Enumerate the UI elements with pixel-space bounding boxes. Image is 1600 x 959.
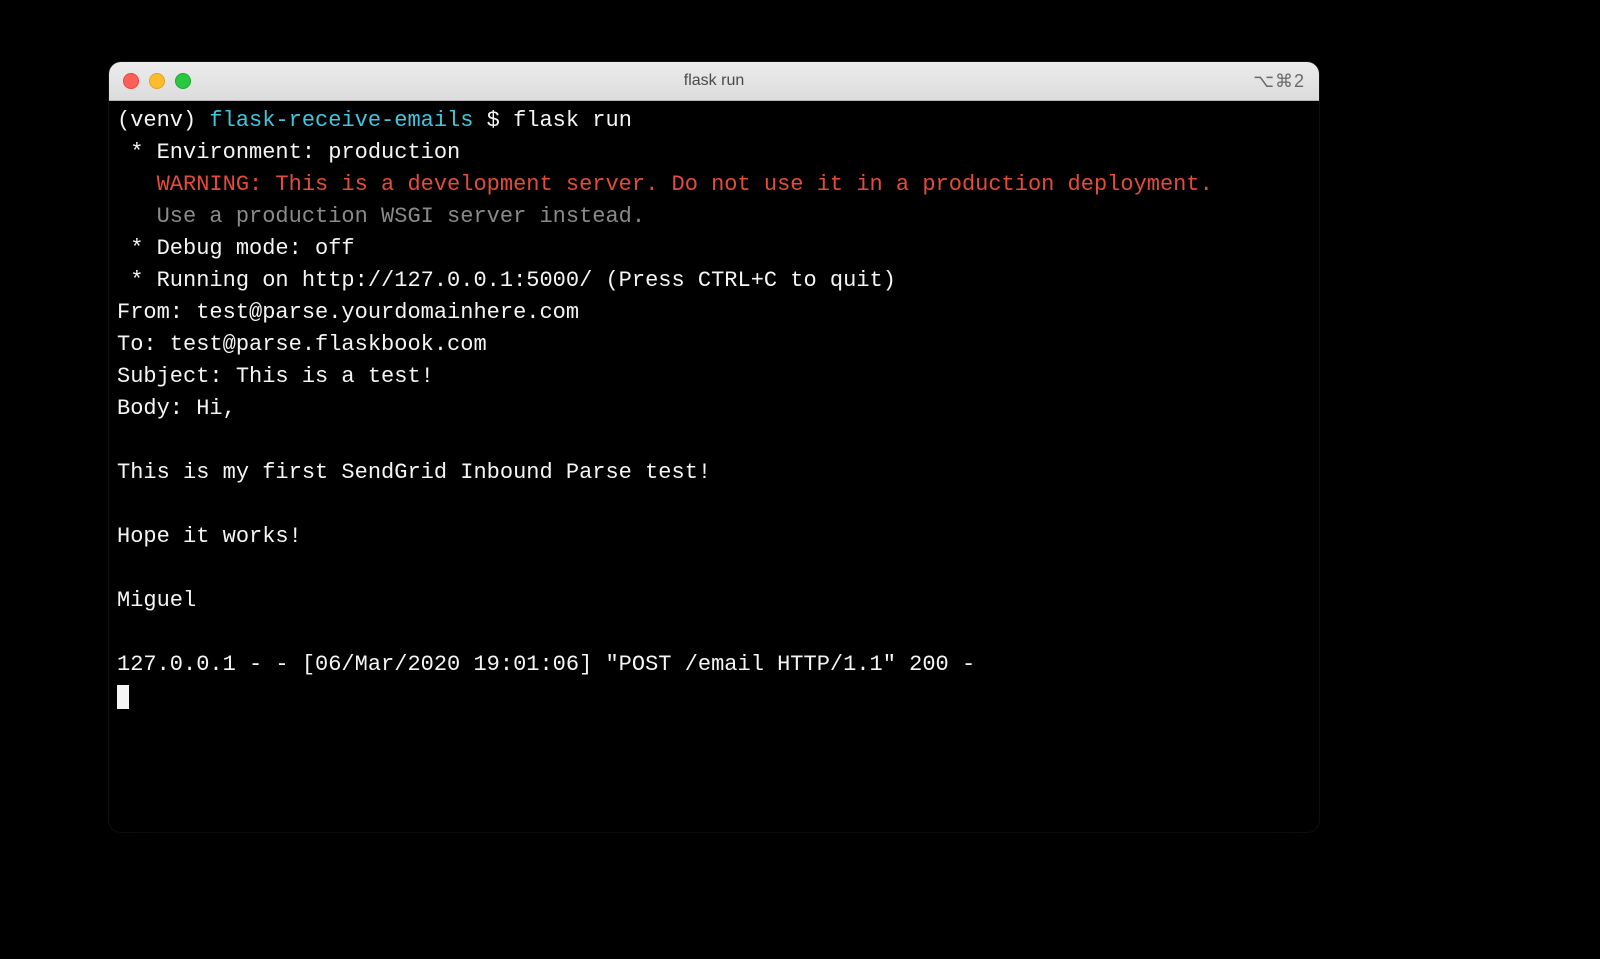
prompt-sep: $ xyxy=(473,108,513,133)
output-to: To: test@parse.flaskbook.com xyxy=(117,332,487,357)
output-subject: Subject: This is a test! xyxy=(117,364,434,389)
output-body-test: This is my first SendGrid Inbound Parse … xyxy=(117,460,711,485)
terminal-body[interactable]: (venv) flask-receive-emails $ flask run … xyxy=(109,101,1319,832)
output-env: * Environment: production xyxy=(117,140,460,165)
terminal-window: flask run ⌥⌘2 (venv) flask-receive-email… xyxy=(109,62,1319,832)
prompt-cwd: flask-receive-emails xyxy=(209,108,473,133)
output-running: * Running on http://127.0.0.1:5000/ (Pre… xyxy=(117,268,896,293)
minimize-icon[interactable] xyxy=(149,73,165,89)
output-body-hope: Hope it works! xyxy=(117,524,302,549)
output-body-sig: Miguel xyxy=(117,588,196,613)
close-icon[interactable] xyxy=(123,73,139,89)
window-title: flask run xyxy=(109,72,1319,90)
window-shortcut-label: ⌥⌘2 xyxy=(1253,71,1305,92)
cursor-icon xyxy=(117,685,129,709)
output-from: From: test@parse.yourdomainhere.com xyxy=(117,300,579,325)
output-debug: * Debug mode: off xyxy=(117,236,355,261)
prompt-venv: (venv) xyxy=(117,108,209,133)
output-body-hi: Body: Hi, xyxy=(117,396,236,421)
output-wsgi-hint: Use a production WSGI server instead. xyxy=(117,204,645,229)
output-warning: WARNING: This is a development server. D… xyxy=(117,172,1213,197)
zoom-icon[interactable] xyxy=(175,73,191,89)
output-accesslog: 127.0.0.1 - - [06/Mar/2020 19:01:06] "PO… xyxy=(117,652,975,677)
traffic-lights xyxy=(123,73,191,89)
prompt-command: flask run xyxy=(513,108,632,133)
titlebar: flask run ⌥⌘2 xyxy=(109,62,1319,101)
